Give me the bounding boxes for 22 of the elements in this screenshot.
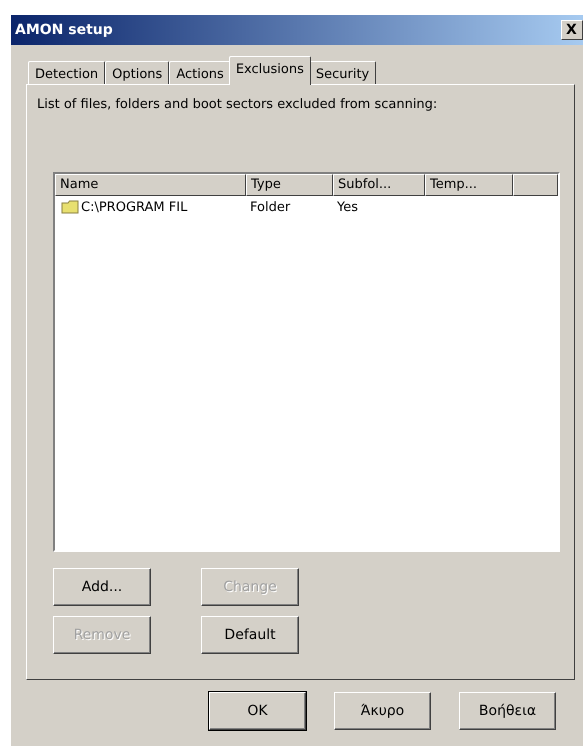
list-row[interactable]: C:\PROGRAM FIL Folder Yes (55, 196, 558, 218)
table-cell-text: Yes (336, 200, 359, 214)
tab[interactable]: Security (308, 61, 376, 85)
description-text: List of files, folders and boot sectors excluded from scanning: (37, 97, 438, 112)
table-cell-text: Folder (249, 200, 292, 214)
table-cell-text: C:\PROGRAM FIL (80, 200, 188, 214)
tab[interactable]: Detection (28, 61, 106, 85)
list-button[interactable]: Default (201, 616, 299, 654)
dialog-button[interactable]: OK (209, 692, 306, 730)
list-button[interactable]: Add... (53, 568, 151, 606)
window-title: AMON setup (15, 22, 113, 38)
tab[interactable]: Actions (169, 61, 231, 85)
close-button[interactable]: X (561, 20, 583, 40)
column-header[interactable]: Subfol... (333, 174, 425, 196)
tab[interactable]: Options (105, 61, 170, 85)
dialog-button[interactable]: Άκυρο (334, 692, 431, 730)
column-header[interactable]: Temp... (425, 174, 513, 196)
column-header[interactable]: Name (55, 174, 246, 196)
folder-icon (61, 200, 79, 214)
dialog-button[interactable]: Βοήθεια (459, 692, 556, 730)
column-header[interactable]: Type (246, 174, 333, 196)
tab[interactable]: Exclusions (228, 56, 311, 85)
